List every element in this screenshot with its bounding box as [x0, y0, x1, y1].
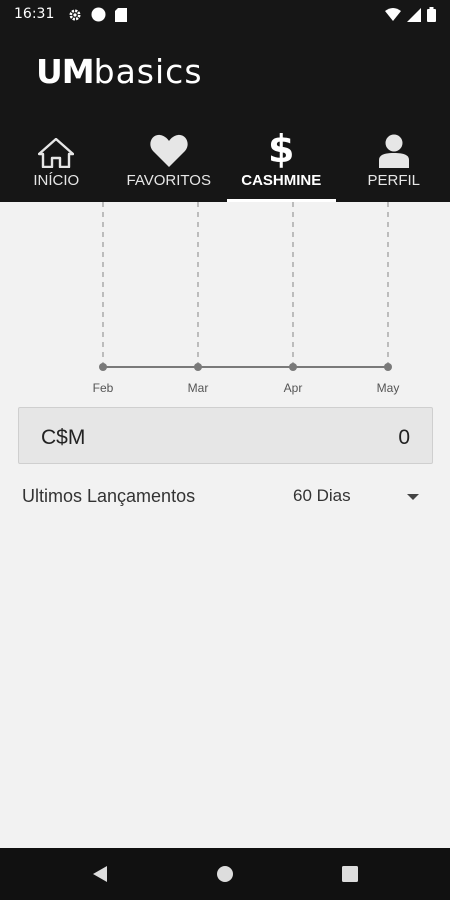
cashmine-chart: Feb Mar Apr May [0, 202, 450, 402]
x-tick-label: May [377, 381, 400, 395]
tab-perfil[interactable]: PERFIL [338, 120, 450, 202]
data-point [194, 363, 202, 371]
tab-favoritos[interactable]: FAVORITOS [113, 120, 226, 202]
tab-label: INÍCIO [33, 172, 80, 189]
system-nav-bar [0, 848, 450, 900]
balance-currency: C$M [41, 426, 86, 449]
app-logo: UMbasics [36, 52, 203, 91]
tab-inicio[interactable]: INÍCIO [0, 120, 113, 202]
chevron-down-icon [407, 494, 419, 500]
data-point [99, 363, 107, 371]
recents-icon[interactable] [338, 862, 362, 886]
status-time: 16:31 [14, 6, 55, 22]
sd-card-icon [115, 7, 127, 27]
balance-amount: 0 [398, 426, 410, 449]
user-icon [378, 130, 409, 168]
logo-um: UM [36, 52, 95, 91]
tab-label: CASHMINE [241, 172, 322, 189]
tab-label: PERFIL [367, 172, 420, 189]
back-icon[interactable] [88, 862, 112, 886]
app-bar: UMbasics [0, 30, 450, 120]
x-tick-label: Feb [93, 381, 114, 395]
chart-svg: Feb Mar Apr May [93, 202, 400, 395]
x-tick-label: Mar [188, 381, 209, 395]
battery-icon [427, 7, 436, 27]
home-icon [38, 130, 75, 168]
wifi-icon [385, 7, 401, 27]
recent-entries-header: Ultimos Lançamentos 60 Dias [0, 478, 450, 518]
tab-label: FAVORITOS [126, 172, 211, 189]
x-tick-label: Apr [284, 381, 303, 395]
circle-icon [91, 7, 106, 27]
status-bar: 16:31 [0, 0, 450, 30]
heart-icon [149, 130, 189, 168]
period-dropdown[interactable]: 60 Dias [293, 486, 423, 510]
period-dropdown-value: 60 Dias [293, 486, 351, 505]
logo-basics: basics [93, 52, 203, 91]
dollar-icon: $ [268, 127, 295, 171]
signal-icon [407, 7, 421, 27]
recent-entries-title: Ultimos Lançamentos [22, 486, 196, 506]
data-point [289, 363, 297, 371]
data-point [384, 363, 392, 371]
tab-cashmine[interactable]: $ CASHMINE [225, 120, 338, 202]
tab-bar: INÍCIO FAVORITOS $ CASHMINE PERFIL [0, 120, 450, 202]
home-circle-icon[interactable] [213, 862, 237, 886]
balance-card: C$M 0 [18, 407, 433, 464]
gear-icon [68, 8, 82, 27]
